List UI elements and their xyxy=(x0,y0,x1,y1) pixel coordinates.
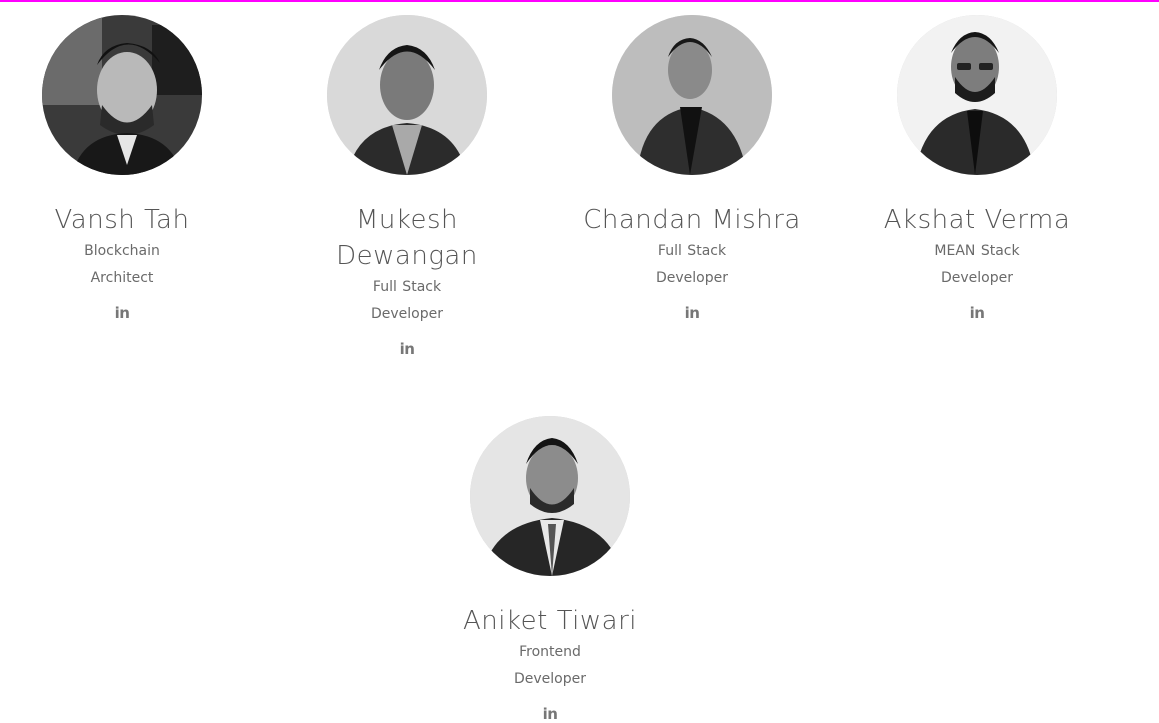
team-member-photo xyxy=(470,416,630,576)
team-member-role: Blockchain Architect xyxy=(84,243,160,286)
linkedin-icon[interactable]: in xyxy=(685,304,700,322)
team-member-card: Mukesh Dewangan Full Stack Developer in xyxy=(277,15,537,358)
team-member-photo xyxy=(897,15,1057,175)
team-member-photo xyxy=(42,15,202,175)
linkedin-icon[interactable]: in xyxy=(115,304,130,322)
team-member-name: Chandan Mishra xyxy=(583,205,801,235)
linkedin-icon[interactable]: in xyxy=(543,705,558,723)
team-member-role: MEAN Stack Developer xyxy=(934,243,1020,286)
team-member-name: Akshat Verma xyxy=(883,205,1071,235)
team-member-role: Full Stack Developer xyxy=(370,279,443,322)
team-member-name: Vansh Tah xyxy=(54,205,190,235)
team-member-card: Aniket Tiwari Frontend Developer in xyxy=(420,416,680,723)
team-member-photo xyxy=(612,15,772,175)
team-member-photo xyxy=(327,15,487,175)
team-member-card: Chandan Mishra Full Stack Developer in xyxy=(562,15,822,322)
team-member-card: Vansh Tah Blockchain Architect in xyxy=(0,15,252,322)
team-member-card: Akshat Verma MEAN Stack Developer in xyxy=(847,15,1107,322)
team-member-role: Full Stack Developer xyxy=(655,243,728,286)
linkedin-icon[interactable]: in xyxy=(970,304,985,322)
linkedin-icon[interactable]: in xyxy=(400,340,415,358)
team-member-name: Mukesh Dewangan xyxy=(336,205,478,271)
team-member-name: Aniket Tiwari xyxy=(463,606,637,636)
team-member-role: Frontend Developer xyxy=(513,644,586,687)
accent-top-bar xyxy=(0,0,1159,2)
